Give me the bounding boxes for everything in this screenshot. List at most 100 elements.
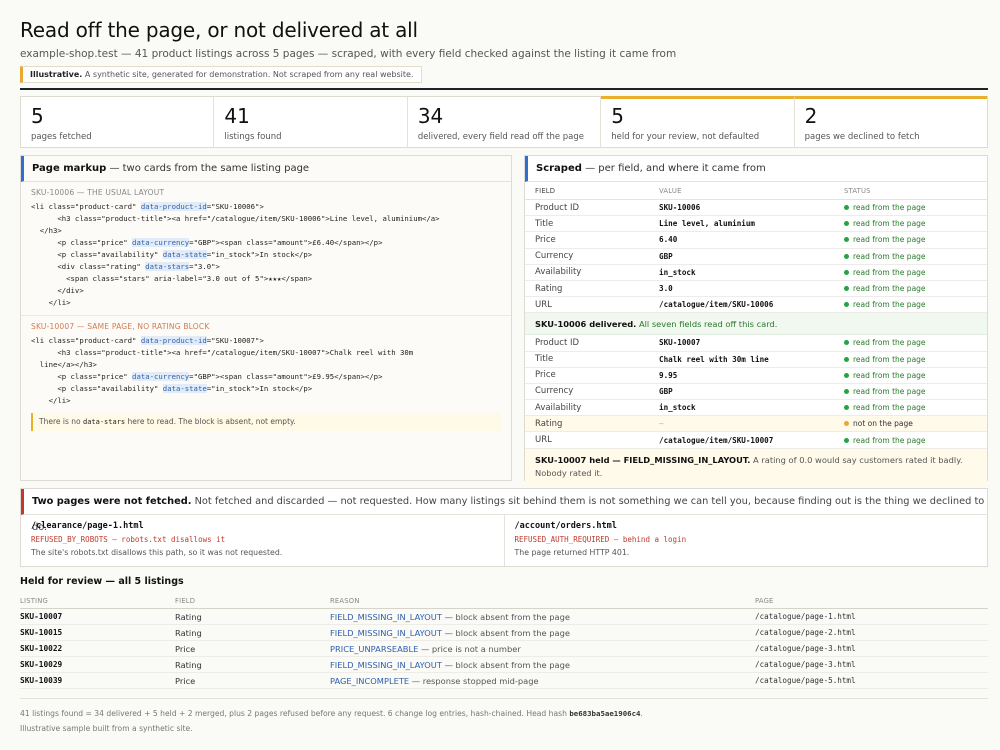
reason-code: PAGE_INCOMPLETE bbox=[330, 675, 410, 686]
status-dot-icon bbox=[844, 340, 849, 346]
status-text: read from the page bbox=[853, 203, 926, 213]
col-reason: REASON bbox=[330, 596, 360, 605]
field-value: 6.40 bbox=[659, 235, 678, 245]
notice-text: A synthetic site, generated for demonstr… bbox=[84, 70, 414, 79]
held-reason: FIELD_MISSING_IN_LAYOUT — block absent f… bbox=[330, 660, 755, 670]
code-line: </div> bbox=[31, 286, 84, 295]
scraped-row: Currency GBP read from the page bbox=[525, 249, 987, 265]
held-page: /catalogue/page-3.html bbox=[755, 660, 856, 669]
held-reason: FIELD_MISSING_IN_LAYOUT — block absent f… bbox=[330, 628, 755, 638]
stat-pages-fetched: 5 pages fetched bbox=[21, 97, 215, 147]
status-text: read from the page bbox=[853, 403, 926, 413]
col-listing: LISTING bbox=[20, 596, 49, 605]
table-row: SKU-10022 Price PRICE_UNPARSEABLE — price … bbox=[20, 641, 988, 657]
status-text: read from the page bbox=[853, 219, 926, 229]
listing-id: SKU-10007 bbox=[20, 612, 63, 621]
refused-list: /clearance/page-1.html REFUSED_BY_ROBOTS… bbox=[21, 515, 987, 566]
table-row: SKU-10007 Rating FIELD_MISSING_IN_LAYOUT —… bbox=[20, 609, 988, 625]
field-status: read from the page bbox=[844, 387, 987, 396]
held-reason: PAGE_INCOMPLETE — response stopped mid-p… bbox=[330, 676, 755, 686]
code-line: line</a></h3> bbox=[31, 360, 97, 369]
code-line: <div class="rating" data-stars="3.0"> bbox=[31, 262, 220, 271]
refused-title: Two pages were not fetched. bbox=[32, 496, 192, 507]
scraped-row: Product ID SKU-10007 read from the page bbox=[525, 335, 987, 352]
table-row: SKU-10015 Rating FIELD_MISSING_IN_LAYOUT —… bbox=[20, 625, 988, 641]
col-field: FIELD bbox=[535, 186, 556, 195]
stat-number: 2 bbox=[804, 104, 818, 128]
refused-path: /clearance/page-1.html bbox=[31, 521, 144, 531]
field-status: read from the page bbox=[844, 355, 987, 364]
field-name: Title bbox=[535, 354, 554, 365]
table-row: SKU-10039 Price PAGE_INCOMPLETE — response… bbox=[20, 673, 988, 689]
scraped-panel-desc: — per field, and where it came from bbox=[585, 163, 766, 174]
reason-code: FIELD_MISSING_IN_LAYOUT bbox=[330, 611, 442, 622]
scraped-panel: Scraped — per field, and where it came f… bbox=[524, 155, 988, 485]
code-line: <h3 class="product-title"><a href="/cata… bbox=[31, 348, 414, 357]
field-name: Price bbox=[535, 234, 556, 245]
status-text: read from the page bbox=[853, 435, 926, 445]
held-reason: PRICE_UNPARSEABLE — price is not a numbe… bbox=[330, 644, 755, 654]
delivered-text: All seven fields read off this card. bbox=[638, 319, 778, 330]
held-message: SKU-10007 held — FIELD_MISSING_IN_LAYOUT… bbox=[525, 448, 987, 485]
refused-reason: The page returned HTTP 401. bbox=[514, 548, 630, 557]
status-dot-icon bbox=[844, 372, 849, 378]
footer-disclaimer: Illustrative sample built from a synthet… bbox=[20, 724, 193, 733]
stat-label: listings found bbox=[224, 132, 282, 142]
status-text: read from the page bbox=[853, 235, 926, 245]
code-line: <p class="price" data-currency="GBP"><sp… bbox=[31, 238, 383, 247]
held-title: SKU-10007 held — FIELD_MISSING_IN_LAYOUT… bbox=[535, 454, 751, 465]
held-table-header: LISTING FIELD REASON PAGE bbox=[20, 593, 988, 609]
stat-number: 5 bbox=[611, 104, 624, 128]
page-markup-panel: Page markup — two cards from the same li… bbox=[20, 155, 512, 481]
field-status: read from the page bbox=[844, 403, 987, 412]
refused-header: Two pages were not fetched. Not fetched … bbox=[21, 489, 987, 533]
held-field: Price bbox=[175, 643, 196, 654]
refused-code: REFUSED_AUTH_REQUIRED — behind a login bbox=[514, 535, 687, 544]
reason-code: FIELD_MISSING_IN_LAYOUT bbox=[330, 627, 442, 638]
stat-held: 5 held for your review, not defaulted bbox=[601, 96, 795, 147]
status-dot-icon bbox=[844, 356, 849, 362]
scraped-row: Price 9.95 read from the page bbox=[525, 368, 987, 384]
footer-text: . bbox=[640, 709, 643, 718]
status-dot-icon bbox=[844, 388, 849, 394]
reason-text: — block absent from the page bbox=[444, 659, 571, 670]
code-block-sku-10006: SKU-10006 — THE USUAL LAYOUT <li class="… bbox=[21, 182, 511, 315]
field-value: SKU-10007 bbox=[659, 338, 701, 348]
field-value: SKU-10006 bbox=[659, 203, 701, 213]
stat-declined: 2 pages we declined to fetch bbox=[794, 96, 988, 147]
field-status: read from the page bbox=[844, 252, 987, 261]
listing-id: SKU-10022 bbox=[20, 644, 63, 653]
stat-listings-found: 41 listings found bbox=[214, 97, 408, 147]
reason-text: — block absent from the page bbox=[444, 611, 571, 622]
field-status: read from the page bbox=[844, 300, 987, 309]
held-page: /catalogue/page-2.html bbox=[755, 628, 856, 637]
field-value: Line level, aluminium bbox=[659, 219, 756, 229]
held-field: Rating bbox=[175, 611, 202, 622]
stat-label: held for your review, not defaulted bbox=[611, 132, 760, 142]
status-dot-icon bbox=[844, 405, 849, 411]
status-dot-icon bbox=[844, 205, 849, 211]
field-name: Availability bbox=[535, 402, 582, 413]
field-name: URL bbox=[535, 299, 552, 310]
field-status: read from the page bbox=[844, 371, 987, 380]
reason-text: — price is not a number bbox=[420, 643, 521, 654]
head-hash: be683ba5ae1906c4 bbox=[569, 709, 641, 718]
refused-reason: The site's robots.txt disallows this pat… bbox=[31, 548, 283, 557]
field-status: read from the page bbox=[844, 338, 987, 347]
refused-pages-panel: Two pages were not fetched. Not fetched … bbox=[20, 488, 988, 567]
field-value: in_stock bbox=[659, 403, 696, 413]
delivered-message: SKU-10006 delivered. All seven fields re… bbox=[525, 313, 987, 336]
listing-id: SKU-10039 bbox=[20, 676, 63, 685]
scraped-row: Rating 3.0 read from the page bbox=[525, 281, 987, 298]
stat-number: 5 bbox=[31, 104, 44, 128]
markup-panel-title: Page markup bbox=[32, 163, 107, 174]
code-line: </li> bbox=[31, 396, 71, 405]
stat-label: delivered, every field read off the page bbox=[417, 132, 584, 142]
status-dot-icon bbox=[844, 437, 849, 443]
reason-code: PRICE_UNPARSEABLE bbox=[330, 643, 419, 654]
status-text: read from the page bbox=[853, 267, 926, 277]
status-text: read from the page bbox=[853, 284, 926, 294]
status-dot-icon bbox=[844, 253, 849, 259]
field-value: 3.0 bbox=[659, 284, 673, 294]
scraped-row: URL/catalogue/item/SKU-10006 read from th… bbox=[525, 297, 987, 314]
